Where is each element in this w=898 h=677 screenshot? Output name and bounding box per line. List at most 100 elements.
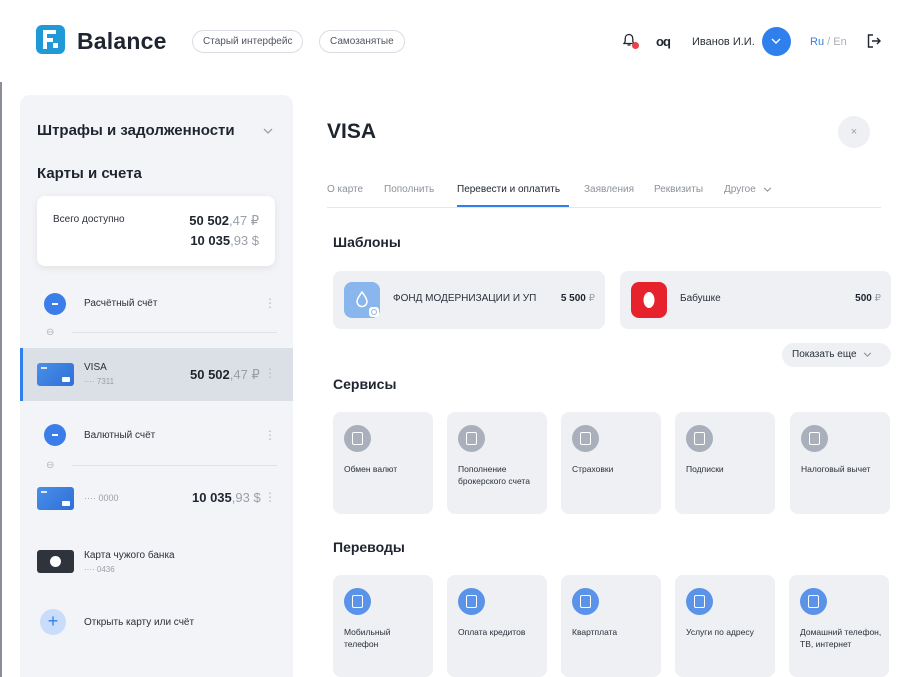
- template-name: ФОНД МОДЕРНИЗАЦИИ И УП: [393, 293, 537, 304]
- templates-title: Шаблоны: [333, 234, 401, 250]
- account-settlement-name[interactable]: Расчётный счёт: [84, 298, 157, 309]
- transfer-tile-rent[interactable]: Квартплата: [561, 575, 661, 677]
- total-usd-dec: ,93 $: [230, 233, 259, 248]
- logo-icon[interactable]: [36, 25, 65, 54]
- account-menu-icon[interactable]: ⋮: [264, 428, 276, 442]
- transfer-label: Мобильный телефон: [344, 627, 391, 649]
- card-0000-amount: 10 035,93 $: [192, 490, 261, 505]
- total-usd-int: 10 035: [190, 233, 231, 248]
- lang-en[interactable]: En: [833, 36, 846, 48]
- money-bag-icon: [458, 588, 485, 615]
- service-tile-subscriptions[interactable]: Подписки: [675, 412, 775, 514]
- service-label: Страховки: [572, 464, 614, 474]
- card-tabs: О карте Пополнить Перевести и оплатить З…: [327, 184, 881, 208]
- tab-other[interactable]: Другое: [724, 184, 772, 195]
- template-name: Бабушке: [680, 293, 721, 304]
- divider: [72, 332, 277, 333]
- total-usd-amount: 10 035,93 $: [190, 233, 259, 248]
- tab-about[interactable]: О карте: [327, 184, 363, 195]
- card-0000-amount-dec: ,93 $: [231, 490, 261, 505]
- mobile-phone-icon: [344, 588, 371, 615]
- service-tile-brokerage[interactable]: Пополнение брокерского счета: [447, 412, 547, 514]
- accessibility-glasses-icon[interactable]: oq: [656, 34, 671, 49]
- card-menu-icon[interactable]: ⋮: [264, 490, 276, 504]
- card-visa-number: ···· 7311: [84, 377, 115, 386]
- transfer-tile-mobile[interactable]: Мобильный телефон: [333, 575, 433, 677]
- active-tab-indicator: [457, 205, 569, 207]
- chevron-down-icon: [763, 187, 771, 192]
- template-card[interactable]: ФОНД МОДЕРНИЗАЦИИ И УП 5 500 ₽: [333, 271, 605, 329]
- template-amount-value: 500: [855, 293, 872, 304]
- card-visa-amount-dec: ,47 ₽: [229, 367, 260, 382]
- lang-separator: /: [827, 36, 831, 48]
- transfer-tile-home-phone-tv[interactable]: Домашний телефон, ТВ, интернет: [789, 575, 889, 677]
- transfer-label: Оплата кредитов: [458, 627, 526, 637]
- total-available-card: Всего доступно 50 502,47 ₽ 10 035,93 $: [37, 196, 275, 266]
- self-employed-button[interactable]: Самозанятые: [319, 30, 405, 53]
- chart-icon: [458, 425, 485, 452]
- service-label: Налоговый вычет: [801, 464, 871, 474]
- service-tile-currency-exchange[interactable]: Обмен валют: [333, 412, 433, 514]
- account-icon: [44, 424, 66, 446]
- service-tile-insurance[interactable]: Страховки: [561, 412, 661, 514]
- show-more-label: Показать еще: [792, 349, 857, 360]
- logo-text[interactable]: Balance: [77, 28, 167, 55]
- drop-icon: [344, 282, 380, 318]
- total-rub-int: 50 502: [189, 213, 230, 228]
- template-amount: 500 ₽: [855, 293, 881, 304]
- template-amount-value: 5 500: [560, 293, 586, 304]
- user-name[interactable]: Иванов И.И.: [692, 36, 755, 48]
- transfer-label: Квартплата: [572, 627, 618, 637]
- tv-icon: [800, 588, 827, 615]
- account-currency-name[interactable]: Валютный счёт: [84, 430, 155, 441]
- link-icon: ⊖: [46, 460, 55, 471]
- bank-logo-icon: [631, 282, 667, 318]
- service-tile-tax-deduction[interactable]: Налоговый вычет: [790, 412, 890, 514]
- fines-section-title[interactable]: Штрафы и задолженности: [37, 122, 235, 139]
- show-more-button[interactable]: Показать еще: [782, 343, 891, 367]
- card-visa-amount-int: 50 502: [190, 367, 230, 382]
- transfer-tile-loans[interactable]: Оплата кредитов: [447, 575, 547, 677]
- foreign-card-name[interactable]: Карта чужого банка: [84, 550, 175, 561]
- logout-icon[interactable]: [866, 33, 882, 49]
- card-visa-name[interactable]: VISA: [84, 362, 107, 373]
- card-0000-number[interactable]: ···· 0000: [84, 493, 119, 503]
- old-interface-button[interactable]: Старый интерфейс: [192, 30, 304, 53]
- umbrella-icon: [572, 425, 599, 452]
- divider: [72, 465, 277, 466]
- tab-topup[interactable]: Пополнить: [384, 184, 434, 195]
- page-title: VISA: [327, 120, 377, 143]
- service-label: Подписки: [686, 464, 724, 474]
- link-icon: ⊖: [46, 327, 55, 338]
- card-thumb-icon: [37, 487, 74, 510]
- tab-requisites[interactable]: Реквизиты: [654, 184, 703, 195]
- cards-section-title: Карты и счета: [37, 165, 142, 182]
- card-menu-icon[interactable]: ⋮: [264, 366, 276, 380]
- template-card[interactable]: Бабушке 500 ₽: [620, 271, 891, 329]
- lang-ru[interactable]: Ru: [810, 36, 824, 48]
- account-menu-icon[interactable]: ⋮: [264, 296, 276, 310]
- account-icon: [44, 293, 66, 315]
- template-amount: 5 500 ₽: [561, 293, 595, 304]
- address-icon: [686, 588, 713, 615]
- language-switch[interactable]: Ru / En: [810, 36, 847, 48]
- template-currency: ₽: [874, 293, 881, 304]
- tab-transfer-pay[interactable]: Перевести и оплатить: [457, 184, 560, 195]
- transfer-label: Услуги по адресу: [686, 627, 754, 637]
- transfer-label: Домашний телефон, ТВ, интернет: [800, 627, 882, 649]
- tab-applications[interactable]: Заявления: [584, 184, 634, 195]
- transfers-title: Переводы: [333, 539, 405, 555]
- service-label: Пополнение брокерского счета: [458, 464, 530, 486]
- chevron-down-icon: [771, 38, 781, 44]
- card-0000-amount-int: 10 035: [192, 490, 232, 505]
- total-available-label: Всего доступно: [53, 214, 125, 225]
- transfer-tile-address-services[interactable]: Услуги по адресу: [675, 575, 775, 677]
- card-thumb-icon: [37, 363, 74, 386]
- chevron-down-icon: [864, 352, 872, 357]
- template-currency: ₽: [588, 293, 595, 304]
- chevron-down-icon[interactable]: [263, 128, 273, 134]
- close-icon[interactable]: ×: [838, 116, 870, 148]
- user-menu-button[interactable]: [762, 27, 791, 56]
- open-card-button[interactable]: Открыть карту или счёт: [84, 617, 194, 628]
- plus-icon[interactable]: +: [40, 609, 66, 635]
